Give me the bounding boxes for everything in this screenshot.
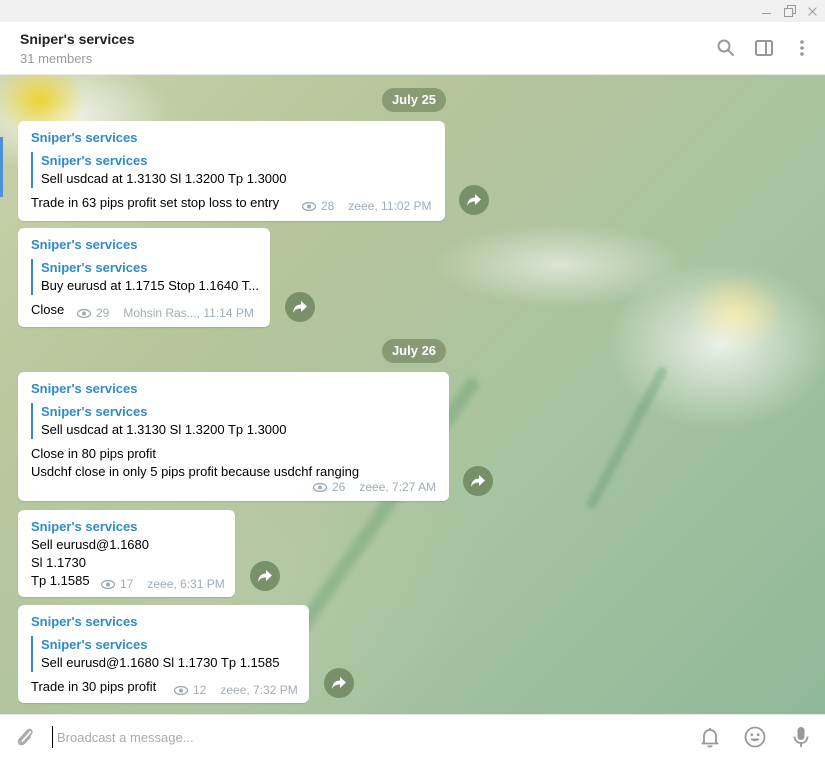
message-text: Close in 80 pips profit (31, 446, 157, 461)
member-count: 31 members (20, 51, 93, 66)
message-text: Sell eurusd@1.1680 (31, 537, 149, 552)
author-time: Mohsin Ras..., 11:14 PM (123, 306, 254, 320)
chat-title[interactable]: Sniper's services (20, 31, 135, 47)
views-eye-icon (77, 308, 91, 318)
message-bubble[interactable]: Sniper's services Sell eurusd@1.1680 Sl … (18, 510, 235, 597)
views-eye-icon (313, 482, 327, 492)
author-time: zeee, 7:32 PM (220, 683, 298, 697)
date-separator: July 26 (382, 339, 446, 363)
message-input[interactable] (52, 726, 672, 748)
reply-sender: Sniper's services (41, 404, 148, 419)
reply-text: Sell usdcad at 1.3130 Sl 1.3200 Tp 1.300… (41, 422, 287, 437)
message-sender[interactable]: Sniper's services (31, 237, 137, 252)
close-window-button[interactable] (803, 2, 821, 20)
message-bubble[interactable]: Sniper's services Sniper's services Sell… (18, 121, 445, 221)
author-time: zeee, 11:02 PM (348, 199, 432, 213)
share-arrow-icon (293, 301, 307, 313)
author-time: zeee, 7:27 AM (359, 480, 437, 494)
share-button[interactable] (459, 185, 489, 215)
message-bubble[interactable]: Sniper's services Sniper's services Sell… (18, 605, 309, 703)
message-meta: 17 zeee, 6:31 PM (101, 577, 225, 591)
author-time: zeee, 6:31 PM (147, 577, 225, 591)
share-button[interactable] (463, 466, 493, 496)
maximize-button[interactable] (780, 2, 798, 20)
attach-icon[interactable] (13, 725, 37, 749)
message-bubble[interactable]: Sniper's services Sniper's services Sell… (18, 372, 449, 501)
message-bubble[interactable]: Sniper's services Sniper's services Buy … (18, 228, 270, 327)
reply-quote[interactable]: Sniper's services Buy eurusd at 1.1715 S… (31, 259, 261, 295)
message-meta: 28 zeee, 11:02 PM (302, 199, 432, 213)
message-sender[interactable]: Sniper's services (31, 381, 137, 396)
share-arrow-icon (332, 677, 346, 689)
reply-text: Buy eurusd at 1.1715 Stop 1.1640 T... (41, 278, 260, 293)
wallpaper-stem (584, 365, 669, 511)
search-icon[interactable] (716, 38, 736, 58)
date-separator: July 25 (382, 88, 446, 112)
share-button[interactable] (324, 668, 354, 698)
microphone-icon[interactable] (789, 725, 813, 749)
views-eye-icon (302, 201, 316, 211)
message-composer (0, 714, 825, 757)
message-sender[interactable]: Sniper's services (31, 614, 137, 629)
reply-quote[interactable]: Sniper's services Sell usdcad at 1.3130 … (31, 152, 287, 188)
view-count: 26 (332, 480, 346, 494)
share-button[interactable] (250, 561, 280, 591)
view-count: 12 (193, 683, 207, 697)
reply-sender: Sniper's services (41, 260, 148, 275)
view-count: 17 (120, 577, 134, 591)
message-text: Usdchf close in only 5 pips profit becau… (31, 464, 360, 479)
unread-indicator (0, 137, 3, 197)
message-meta: 26 zeee, 7:27 AM (313, 480, 436, 494)
message-text: Close (31, 302, 65, 317)
view-count: 28 (321, 199, 335, 213)
share-button[interactable] (285, 292, 315, 322)
sidebar-toggle-icon[interactable] (754, 38, 774, 58)
share-arrow-icon (471, 475, 485, 487)
share-arrow-icon (467, 194, 481, 206)
reply-text: Sell usdcad at 1.3130 Sl 1.3200 Tp 1.300… (41, 171, 287, 186)
bell-icon[interactable] (698, 725, 722, 749)
message-sender[interactable]: Sniper's services (31, 519, 137, 534)
message-text: Trade in 30 pips profit (31, 679, 157, 694)
message-meta: 29 Mohsin Ras..., 11:14 PM (77, 306, 254, 320)
views-eye-icon (101, 579, 115, 589)
share-arrow-icon (258, 570, 272, 582)
window-titlebar (0, 0, 825, 22)
chat-history[interactable]: July 25 Sniper's services Sniper's servi… (0, 75, 825, 714)
message-text: Tp 1.1585 (31, 573, 90, 588)
message-text: Trade in 63 pips profit set stop loss to… (31, 195, 280, 210)
more-vert-icon[interactable] (792, 38, 812, 58)
emoji-icon[interactable] (743, 725, 767, 749)
reply-quote[interactable]: Sniper's services Sell eurusd@1.1680 Sl … (31, 636, 279, 672)
reply-text: Sell eurusd@1.1680 Sl 1.1730 Tp 1.1585 (41, 655, 280, 670)
reply-quote[interactable]: Sniper's services Sell usdcad at 1.3130 … (31, 403, 287, 439)
minimize-button[interactable] (757, 2, 775, 20)
message-meta: 12 zeee, 7:32 PM (174, 683, 298, 697)
view-count: 29 (96, 306, 110, 320)
message-text: Sl 1.1730 (31, 555, 86, 570)
views-eye-icon (174, 685, 188, 695)
reply-sender: Sniper's services (41, 153, 148, 168)
message-sender[interactable]: Sniper's services (31, 130, 137, 145)
chat-header[interactable]: Sniper's services 31 members (0, 22, 825, 75)
reply-sender: Sniper's services (41, 637, 148, 652)
